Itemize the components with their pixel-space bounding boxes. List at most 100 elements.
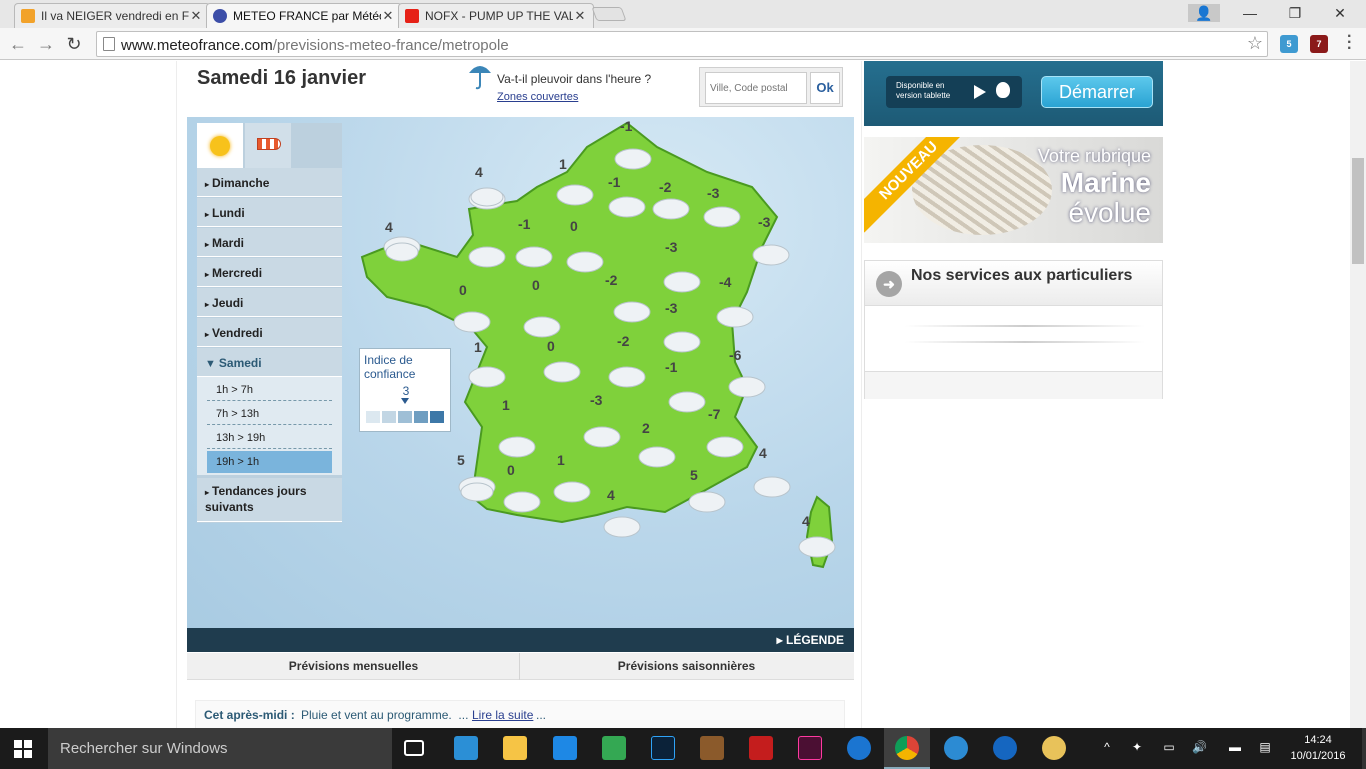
confidence-label: Indice de confiance (364, 353, 416, 381)
tab-close-icon[interactable]: ✕ (189, 8, 203, 24)
slot-19h-1h[interactable]: 19h > 1h (207, 451, 332, 473)
map-temp: 1 (559, 156, 567, 172)
acrobat-icon[interactable] (749, 736, 773, 760)
tab-close-icon[interactable]: ✕ (381, 8, 395, 24)
day-samedi[interactable]: ▼ Samedi (197, 348, 342, 377)
forecast-panel: Samedi 16 janvier Va-t-il pleuvoir dans … (176, 61, 862, 728)
back-icon[interactable]: ← (6, 32, 30, 56)
legend-link[interactable]: ▸ LÉGENDE (777, 633, 844, 647)
computer-icon[interactable] (454, 736, 478, 760)
clock[interactable]: 14:24 10/01/2016 (1290, 732, 1346, 764)
chrome-menu-icon[interactable]: · · · (1347, 29, 1352, 57)
map-temp: -1 (518, 216, 531, 232)
task-view-icon[interactable] (404, 740, 424, 756)
day-jeudi[interactable]: ▸ Jeudi (197, 288, 342, 317)
page-scrollbar[interactable] (1350, 61, 1366, 728)
slot-13h-19h[interactable]: 13h > 19h (207, 427, 332, 449)
marine-line3: évolue (1068, 197, 1151, 228)
slot-7h-13h[interactable]: 7h > 13h (207, 403, 332, 425)
battery-icon[interactable]: ▬ (1228, 740, 1242, 754)
volume-icon[interactable]: 🔊 (1192, 740, 1207, 754)
day-mercredi[interactable]: ▸ Mercredi (197, 258, 342, 287)
afternoon-summary: Cet après-midi : Pluie et vent au progra… (195, 700, 845, 728)
scrollbar-thumb[interactable] (1352, 158, 1364, 264)
dropbox-icon[interactable] (553, 736, 577, 760)
umbrella-icon (469, 66, 491, 90)
forward-icon[interactable]: → (34, 32, 58, 56)
map-temp: 4 (802, 513, 810, 529)
app-banner[interactable]: Disponible en version tablette Démarrer (864, 61, 1163, 126)
user-profile-icon[interactable]: 👤 (1188, 4, 1220, 22)
bookmark-star-icon[interactable]: ☆ (1247, 33, 1263, 54)
photoshop-icon[interactable] (651, 736, 675, 760)
tab-youtube-nofx[interactable]: NOFX - PUMP UP THE VAL ✕ (398, 3, 594, 28)
slot-1h-7h[interactable]: 1h > 7h (207, 379, 332, 401)
day-mardi[interactable]: ▸ Mardi (197, 228, 342, 257)
ok-button[interactable]: Ok (810, 72, 840, 104)
day-dimanche[interactable]: ▸ Dimanche (197, 168, 342, 197)
france-weather-map[interactable]: -1 1 4 -1 -2 -3 -3 4 -1 0 -3 0 -2 -4 0 -… (187, 117, 854, 628)
day-lundi[interactable]: ▸ Lundi (197, 198, 342, 227)
google-drive-icon[interactable] (602, 736, 626, 760)
start-button[interactable]: Démarrer (1041, 76, 1153, 108)
show-desktop-button[interactable] (1362, 728, 1366, 769)
ghostery-icon[interactable]: 5 (1280, 35, 1298, 53)
map-temp: 0 (532, 277, 540, 293)
google-play-icon (974, 85, 986, 99)
indesign-icon[interactable] (798, 736, 822, 760)
close-window-icon[interactable]: ✕ (1320, 4, 1360, 22)
address-bar[interactable]: www.meteofrance.com/previsions-meteo-fra… (96, 31, 1268, 57)
city-search-input[interactable] (705, 72, 807, 104)
reload-icon[interactable]: ↻ (62, 32, 86, 56)
paint-palette-icon[interactable] (1042, 736, 1066, 760)
windows-start-icon[interactable] (14, 740, 32, 758)
page-title: Samedi 16 janvier (197, 67, 366, 89)
new-tab-button[interactable] (591, 7, 627, 21)
notifications-icon[interactable]: ▤ (1258, 740, 1272, 754)
taskbar: Rechercher sur Windows ^ ✦ ▭ 🔊 ▬ ▤ 14:24… (0, 728, 1366, 769)
monthly-forecast-link[interactable]: Prévisions mensuelles (187, 653, 520, 680)
tray-expand-icon[interactable]: ^ (1100, 740, 1114, 754)
taskbar-search[interactable]: Rechercher sur Windows (48, 728, 392, 769)
forecast-links: Prévisions mensuelles Prévisions saisonn… (187, 653, 854, 680)
read-more-link[interactable]: Lire la suite (472, 708, 533, 722)
tab-meteo-france[interactable]: METEO FRANCE par Météo ✕ (206, 3, 402, 28)
services-header[interactable]: ➜ Nos services aux particuliers (865, 261, 1162, 306)
google-earth-icon[interactable] (993, 736, 1017, 760)
zones-link[interactable]: Zones couvertes (497, 91, 578, 103)
map-temp: -3 (758, 214, 771, 230)
network-icon[interactable]: ▭ (1162, 740, 1176, 754)
confidence-scale-bar (414, 411, 428, 423)
marine-banner[interactable]: NOUVEAU Votre rubrique Marine évolue (864, 137, 1163, 243)
url-text[interactable]: www.meteofrance.com/previsions-meteo-fra… (121, 37, 509, 54)
tray-dropbox-icon[interactable]: ✦ (1130, 740, 1144, 754)
tab-snow-article[interactable]: Il va NEIGER vendredi en F ✕ (14, 3, 210, 28)
tendances-link[interactable]: ▸ Tendances jours suivants (197, 478, 342, 522)
map-mode-switch (197, 123, 342, 168)
chrome-icon[interactable] (895, 736, 919, 760)
restore-icon[interactable]: ❐ (1275, 4, 1315, 22)
seasonal-forecast-link[interactable]: Prévisions saisonnières (520, 653, 853, 680)
store-badge[interactable]: Disponible en version tablette (886, 76, 1022, 108)
confidence-index: Indice de confiance 3 (359, 348, 451, 432)
file-explorer-icon[interactable] (503, 736, 527, 760)
day-vendredi[interactable]: ▸ Vendredi (197, 318, 342, 347)
weather-mode-button[interactable] (197, 123, 243, 168)
tab-favicon-icon (21, 9, 35, 23)
edge-icon[interactable] (847, 736, 871, 760)
wind-mode-button[interactable] (245, 123, 291, 168)
sidebar: Disponible en version tablette Démarrer … (863, 61, 1165, 728)
minimize-icon[interactable]: — (1230, 4, 1270, 22)
apple-icon (996, 82, 1010, 98)
thunderbird-icon[interactable] (944, 736, 968, 760)
map-temp: -3 (665, 239, 678, 255)
confidence-scale-bar (366, 411, 380, 423)
tab-close-icon[interactable]: ✕ (573, 8, 587, 24)
map-temp: 4 (607, 487, 615, 503)
map-temp: 0 (570, 218, 578, 234)
sun-icon (210, 136, 230, 156)
map-temp: 2 (642, 420, 650, 436)
ublock-icon[interactable]: 7 (1310, 35, 1328, 53)
tab-bar: Il va NEIGER vendredi en F ✕ METEO FRANC… (0, 0, 1366, 28)
paint-tool-icon[interactable] (700, 736, 724, 760)
